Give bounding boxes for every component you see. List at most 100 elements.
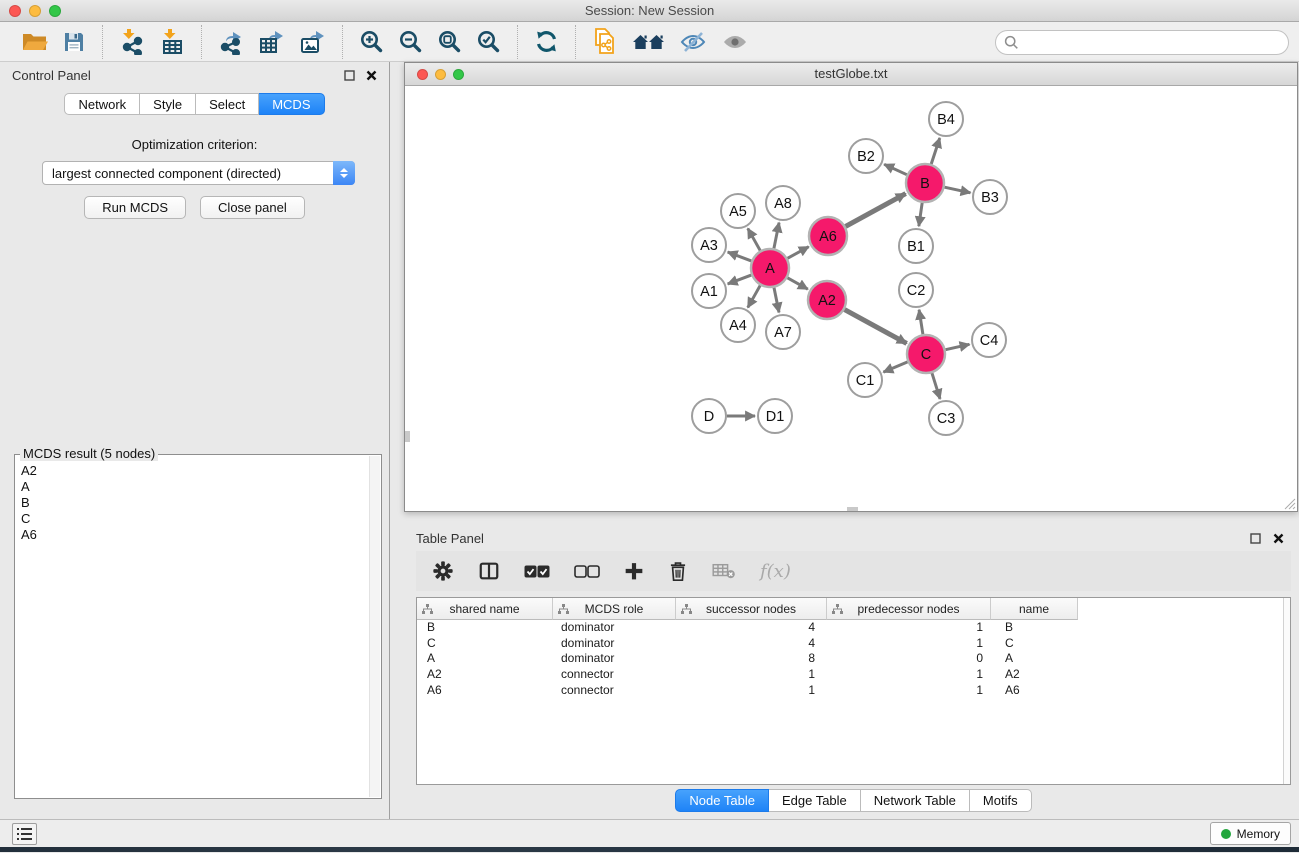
mcds-result-item[interactable]: B <box>21 495 381 511</box>
column-header-predecessor-nodes[interactable]: predecessor nodes <box>827 598 991 620</box>
export-table-icon[interactable] <box>258 29 285 55</box>
graph-node-B[interactable]: B <box>906 164 944 202</box>
graph-edge-C-C4[interactable] <box>946 344 970 349</box>
mcds-result-item[interactable]: C <box>21 511 381 527</box>
tab-motifs[interactable]: Motifs <box>970 789 1032 812</box>
graph-node-A7[interactable]: A7 <box>766 315 800 349</box>
graph-node-D[interactable]: D <box>692 399 726 433</box>
network-graph[interactable]: B4 B2 B B3 A8 A5 A6 A3 B1 A C2 A1 A2 A4 A7 C4 C C1 D D1 C3 <box>405 86 1297 511</box>
node-table[interactable]: shared nameMCDS rolesuccessor nodesprede… <box>416 597 1291 785</box>
graph-edge-A-A4[interactable] <box>748 285 760 307</box>
column-header-name[interactable]: name <box>991 598 1078 620</box>
criterion-dropdown[interactable]: largest connected component (directed) <box>42 161 355 185</box>
graph-node-C[interactable]: C <box>907 335 945 373</box>
graph-node-B3[interactable]: B3 <box>973 180 1007 214</box>
graph-node-A3[interactable]: A3 <box>692 228 726 262</box>
graph-edge-A6-B[interactable] <box>846 194 906 227</box>
export-image-icon[interactable] <box>299 29 326 55</box>
graph-node-A4[interactable]: A4 <box>721 308 755 342</box>
graph-edge-B-B3[interactable] <box>945 187 971 193</box>
graph-edge-A-A5[interactable] <box>748 228 760 250</box>
graph-node-A8[interactable]: A8 <box>766 186 800 220</box>
tab-edge-table[interactable]: Edge Table <box>769 789 861 812</box>
task-history-button[interactable] <box>12 823 37 845</box>
network-minimize-button[interactable] <box>435 69 446 80</box>
graph-node-A2[interactable]: A2 <box>808 281 846 319</box>
first-neighbors-icon[interactable] <box>632 30 665 54</box>
zoom-out-icon[interactable] <box>398 29 423 54</box>
close-panel-button[interactable]: Close panel <box>200 196 305 219</box>
search-input[interactable] <box>1019 32 1288 53</box>
graph-edge-A2-C[interactable] <box>845 310 907 344</box>
mcds-result-item[interactable]: A6 <box>21 527 381 543</box>
table-row[interactable]: A2connector11A2 <box>417 667 1290 683</box>
graph-edge-B-B4[interactable] <box>931 138 940 164</box>
duplicate-network-icon[interactable] <box>592 28 618 55</box>
import-table-icon[interactable] <box>159 29 185 55</box>
memory-button[interactable]: Memory <box>1210 822 1291 845</box>
graph-edge-A-A8[interactable] <box>774 223 779 249</box>
network-close-button[interactable] <box>417 69 428 80</box>
tab-style[interactable]: Style <box>140 93 196 115</box>
graph-node-A5[interactable]: A5 <box>721 194 755 228</box>
show-hidden-icon[interactable] <box>721 30 749 54</box>
graph-node-B2[interactable]: B2 <box>849 139 883 173</box>
graph-node-A[interactable]: A <box>751 249 789 287</box>
column-header-successor-nodes[interactable]: successor nodes <box>676 598 827 620</box>
graph-node-C4[interactable]: C4 <box>972 323 1006 357</box>
graph-edge-C-C2[interactable] <box>919 310 923 334</box>
graph-edge-C-C3[interactable] <box>932 373 940 399</box>
graph-edge-A-A6[interactable] <box>788 247 809 259</box>
graph-node-C2[interactable]: C2 <box>899 273 933 307</box>
export-network-icon[interactable] <box>218 29 244 55</box>
column-header-MCDS-role[interactable]: MCDS role <box>553 598 676 620</box>
network-zoom-button[interactable] <box>453 69 464 80</box>
graph-edge-C-C1[interactable] <box>883 362 907 372</box>
close-panel-icon[interactable] <box>366 70 377 81</box>
show-column-icon[interactable] <box>478 560 500 582</box>
graph-node-B4[interactable]: B4 <box>929 102 963 136</box>
graph-node-B1[interactable]: B1 <box>899 229 933 263</box>
horizontal-scrollbar-thumb[interactable] <box>847 507 858 511</box>
graph-node-D1[interactable]: D1 <box>758 399 792 433</box>
resize-grip[interactable] <box>1282 496 1296 510</box>
network-window-titlebar[interactable]: testGlobe.txt <box>405 63 1297 86</box>
add-icon[interactable] <box>624 561 644 581</box>
save-session-icon[interactable] <box>62 30 86 54</box>
zoom-window-button[interactable] <box>49 5 61 17</box>
minimize-window-button[interactable] <box>29 5 41 17</box>
open-session-icon[interactable] <box>21 30 48 54</box>
zoom-fit-icon[interactable] <box>437 29 462 54</box>
close-table-panel-icon[interactable] <box>1273 533 1284 544</box>
table-row[interactable]: Cdominator41C <box>417 636 1290 652</box>
select-all-icon[interactable] <box>524 565 550 578</box>
graph-node-A1[interactable]: A1 <box>692 274 726 308</box>
tab-mcds[interactable]: MCDS <box>259 93 324 115</box>
close-window-button[interactable] <box>9 5 21 17</box>
mcds-result-item[interactable]: A2 <box>21 463 381 479</box>
graph-edge-B-B1[interactable] <box>919 203 922 226</box>
network-canvas[interactable]: B4 B2 B B3 A8 A5 A6 A3 B1 A C2 A1 A2 A4 A7 C4 C C1 D D1 C3 <box>405 86 1297 511</box>
tab-network-table[interactable]: Network Table <box>861 789 970 812</box>
search-box[interactable] <box>995 30 1289 55</box>
table-scrollbar[interactable] <box>1283 598 1290 784</box>
import-network-icon[interactable] <box>119 29 145 55</box>
delete-icon[interactable] <box>668 560 688 582</box>
tab-select[interactable]: Select <box>196 93 259 115</box>
deselect-all-icon[interactable] <box>574 565 600 578</box>
graph-edge-A-A1[interactable] <box>728 275 752 284</box>
table-settings-icon[interactable] <box>432 560 454 582</box>
float-table-panel-icon[interactable] <box>1250 533 1261 544</box>
graph-node-A6[interactable]: A6 <box>809 217 847 255</box>
graph-edge-A-A3[interactable] <box>728 252 752 261</box>
graph-edge-B-B2[interactable] <box>884 164 907 174</box>
graph-node-C3[interactable]: C3 <box>929 401 963 435</box>
graph-node-C1[interactable]: C1 <box>848 363 882 397</box>
hide-selected-icon[interactable] <box>679 30 707 54</box>
table-row[interactable]: Adominator80A <box>417 651 1290 667</box>
mcds-result-item[interactable]: A <box>21 479 381 495</box>
table-row[interactable]: A6connector11A6 <box>417 683 1290 699</box>
graph-edge-A-A2[interactable] <box>787 278 807 289</box>
vertical-scrollbar-thumb[interactable] <box>405 431 410 442</box>
zoom-in-icon[interactable] <box>359 29 384 54</box>
